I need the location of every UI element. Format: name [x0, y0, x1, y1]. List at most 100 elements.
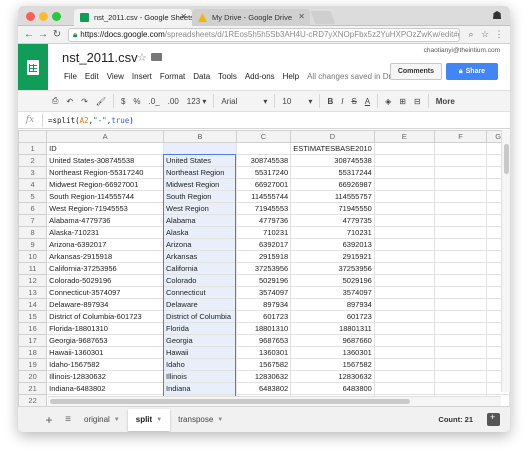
cell-c[interactable]: 897934	[235, 298, 292, 311]
cell-f[interactable]	[433, 310, 488, 323]
menu-data[interactable]: Data	[189, 71, 214, 82]
cell-f[interactable]	[433, 202, 488, 215]
cell-f[interactable]	[433, 322, 488, 335]
scroll-thumb[interactable]	[504, 144, 509, 174]
cell-a[interactable]: Delaware-897934	[46, 298, 164, 311]
cell-e[interactable]	[373, 166, 435, 179]
cell-a[interactable]: Colorado-5029196	[46, 274, 164, 287]
print-icon[interactable]: ⎙	[48, 96, 62, 106]
cell-d[interactable]: 12830632	[290, 370, 375, 383]
cell-d[interactable]: 6483800	[290, 382, 375, 395]
cell-e[interactable]	[373, 154, 435, 167]
cell-e[interactable]	[373, 178, 435, 191]
star-icon[interactable]: ☆	[137, 51, 147, 64]
cell-f[interactable]	[433, 370, 488, 383]
paint-format-icon[interactable]: 🖌︎	[92, 97, 110, 106]
cell-a[interactable]: Midwest Region-66927001	[46, 178, 164, 191]
row-header[interactable]: 5	[18, 190, 48, 203]
cell-d[interactable]: 66926987	[290, 178, 375, 191]
cell-b[interactable]: Arkansas	[163, 250, 237, 263]
row-header[interactable]: 6	[18, 202, 48, 215]
folder-icon[interactable]	[151, 53, 162, 61]
cell-c[interactable]: 1360301	[235, 346, 292, 359]
row-header[interactable]: 18	[18, 346, 48, 359]
cell-d[interactable]: 710231	[290, 226, 375, 239]
cell-f[interactable]	[433, 298, 488, 311]
sheet-tab-split[interactable]: split ▼	[127, 408, 171, 431]
row-header[interactable]: 9	[18, 238, 48, 251]
cell-c[interactable]: 71945553	[235, 202, 292, 215]
row-header[interactable]: 22	[18, 394, 48, 406]
row-header[interactable]: 1	[18, 142, 48, 155]
cell-c[interactable]: 9687653	[235, 334, 292, 347]
cell-f[interactable]	[433, 334, 488, 347]
cell-d[interactable]: ESTIMATESBASE2010	[290, 142, 375, 155]
tab-google-sheets[interactable]: nst_2011.csv - Google Sheets ✕	[74, 9, 192, 26]
cell-c[interactable]: 37253956	[235, 262, 292, 275]
cell-e[interactable]	[373, 370, 435, 383]
cell-e[interactable]	[373, 262, 435, 275]
cell-c[interactable]: 12830632	[235, 370, 292, 383]
cell-b[interactable]: Georgia	[163, 334, 237, 347]
column-header-e[interactable]: E	[373, 130, 435, 143]
cell-f[interactable]	[433, 250, 488, 263]
cell-b[interactable]: Midwest Region	[163, 178, 237, 191]
cell-f[interactable]	[433, 154, 488, 167]
cell-f[interactable]	[433, 358, 488, 371]
cell-b[interactable]	[163, 142, 237, 155]
cell-b[interactable]: District of Columbia	[163, 310, 237, 323]
cell-b[interactable]: Alaska	[163, 226, 237, 239]
cell-f[interactable]	[433, 214, 488, 227]
cell-c[interactable]: 18801310	[235, 322, 292, 335]
cell-b[interactable]: Illinois	[163, 370, 237, 383]
cell-e[interactable]	[373, 346, 435, 359]
tab-google-drive[interactable]: My Drive - Google Drive ✕	[192, 9, 310, 26]
comments-button[interactable]: Comments	[389, 63, 442, 80]
cell-a[interactable]: Alabama-4779736	[46, 214, 164, 227]
cell-b[interactable]: Indiana	[163, 382, 237, 395]
cell-d[interactable]: 5029196	[290, 274, 375, 287]
cell-e[interactable]	[373, 334, 435, 347]
cell-f[interactable]	[433, 346, 488, 359]
cell-b[interactable]: Northeast Region	[163, 166, 237, 179]
cell-c[interactable]: 2915918	[235, 250, 292, 263]
cell-c[interactable]: 308745538	[235, 154, 292, 167]
cell-c[interactable]: 4779736	[235, 214, 292, 227]
borders-icon[interactable]: ⊞	[395, 97, 410, 106]
cell-f[interactable]	[433, 142, 488, 155]
cell-b[interactable]: South Region	[163, 190, 237, 203]
close-tab-icon[interactable]: ✕	[298, 12, 305, 21]
cell-d[interactable]: 1360301	[290, 346, 375, 359]
menu-view[interactable]: View	[103, 71, 128, 82]
cell-b[interactable]: Idaho	[163, 358, 237, 371]
spreadsheet-grid[interactable]: A B C D E F G 1 ID ESTIMATESBASE2010 2 Unite…	[18, 130, 510, 406]
row-header[interactable]: 7	[18, 214, 48, 227]
row-header[interactable]: 3	[18, 166, 48, 179]
cell-e[interactable]	[373, 382, 435, 395]
cell-a[interactable]: Florida-18801310	[46, 322, 164, 335]
cell-a[interactable]: California-37253956	[46, 262, 164, 275]
menu-help[interactable]: Help	[279, 71, 303, 82]
reload-icon[interactable]: ↻	[50, 29, 64, 40]
cell-f[interactable]	[433, 286, 488, 299]
cell-b[interactable]: Connecticut	[163, 286, 237, 299]
italic-button[interactable]: I	[337, 97, 347, 106]
column-header-a[interactable]: A	[46, 130, 164, 143]
cell-d[interactable]: 2915921	[290, 250, 375, 263]
menu-tools[interactable]: Tools	[214, 71, 241, 82]
cell-b[interactable]: West Region	[163, 202, 237, 215]
cell-a[interactable]: Alaska-710231	[46, 226, 164, 239]
close-tab-icon[interactable]: ✕	[180, 12, 187, 21]
cell-d[interactable]: 114555757	[290, 190, 375, 203]
chevron-down-icon[interactable]: ▾	[304, 97, 316, 106]
profile-icon[interactable]: ☗	[492, 9, 502, 22]
back-icon[interactable]: ←	[22, 29, 36, 40]
cell-a[interactable]: United States-308745538	[46, 154, 164, 167]
all-sheets-icon[interactable]: ≡	[60, 414, 76, 425]
cell-b[interactable]: United States	[163, 154, 237, 167]
cell-e[interactable]	[373, 274, 435, 287]
cell-e[interactable]	[373, 142, 435, 155]
cell-d[interactable]: 55317244	[290, 166, 375, 179]
chevron-down-icon[interactable]: ▼	[156, 417, 162, 423]
cell-c[interactable]: 710231	[235, 226, 292, 239]
